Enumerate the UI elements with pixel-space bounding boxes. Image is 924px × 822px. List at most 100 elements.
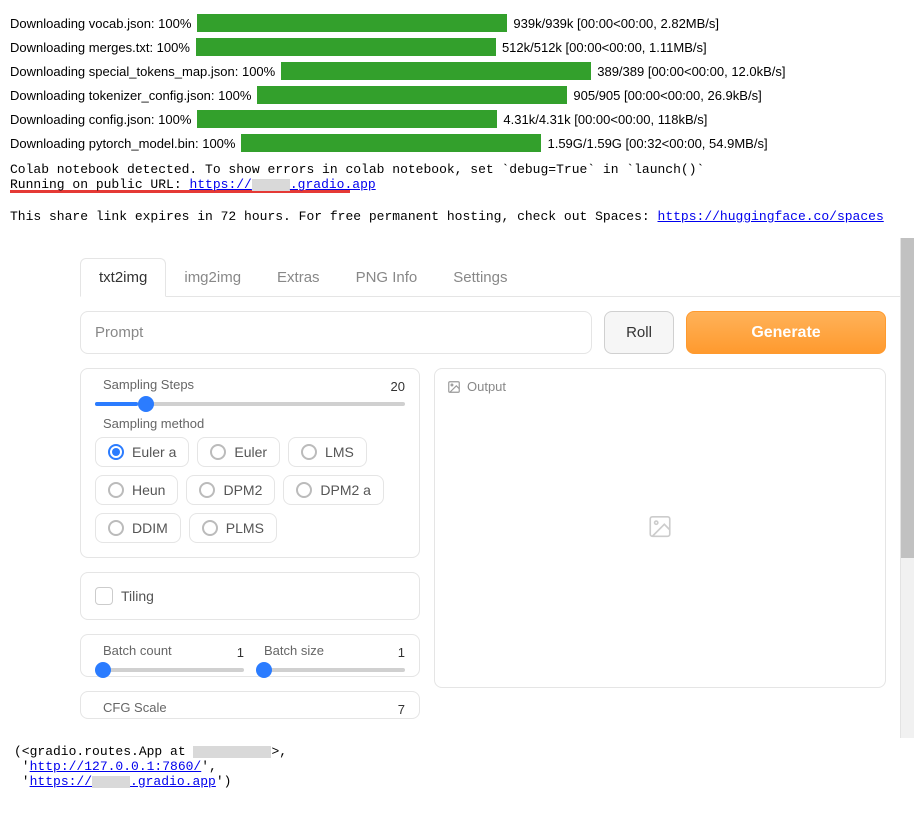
- download-stats: 389/389 [00:00<00:00, 12.0kB/s]: [597, 64, 785, 79]
- scrollbar[interactable]: [900, 238, 914, 738]
- radio-ddim[interactable]: DDIM: [95, 513, 181, 543]
- cfg-label: CFG Scale: [99, 700, 171, 715]
- batch-size-label: Batch size: [260, 643, 328, 658]
- app-frame: txt2img img2img Extras PNG Info Settings…: [10, 238, 914, 738]
- radio-euler-a[interactable]: Euler a: [95, 437, 189, 467]
- sampling-card: Sampling Steps 20 Sampling method Euler …: [80, 368, 420, 558]
- generate-button[interactable]: Generate: [686, 311, 886, 354]
- download-row: Downloading vocab.json: 100% 939k/939k […: [10, 14, 914, 32]
- download-progress-list: Downloading vocab.json: 100% 939k/939k […: [0, 0, 924, 162]
- tab-txt2img[interactable]: txt2img: [80, 258, 166, 297]
- main-columns: Sampling Steps 20 Sampling method Euler …: [80, 368, 900, 719]
- batch-count-field: Batch count 1: [95, 649, 244, 672]
- return-tuple: (<gradio.routes.App at >, 'http://127.0.…: [0, 738, 924, 799]
- console-line: This share link expires in 72 hours. For…: [10, 209, 914, 224]
- download-label: Downloading vocab.json: 100%: [10, 16, 191, 31]
- download-label: Downloading special_tokens_map.json: 100…: [10, 64, 275, 79]
- radio-circle-icon: [301, 444, 317, 460]
- redacted-icon: [252, 179, 290, 191]
- spaces-link[interactable]: https://huggingface.co/spaces: [658, 209, 884, 224]
- radio-circle-icon: [108, 520, 124, 536]
- right-column: Output: [434, 368, 886, 719]
- batch-size-field: Batch size 1: [256, 649, 405, 672]
- download-stats: 512k/512k [00:00<00:00, 1.11MB/s]: [502, 40, 707, 55]
- download-row: Downloading special_tokens_map.json: 100…: [10, 62, 914, 80]
- download-stats: 939k/939k [00:00<00:00, 2.82MB/s]: [513, 16, 719, 31]
- sampling-method-field: Sampling method Euler a Euler LMS Heun D…: [95, 422, 405, 543]
- radio-dpm2[interactable]: DPM2: [186, 475, 275, 505]
- progress-bar: [197, 110, 497, 128]
- download-row: Downloading config.json: 100% 4.31k/4.31…: [10, 110, 914, 128]
- top-row: Prompt Roll Generate: [80, 311, 900, 354]
- image-placeholder-icon: [647, 514, 673, 543]
- batch-count-label: Batch count: [99, 643, 176, 658]
- tab-settings[interactable]: Settings: [435, 259, 525, 296]
- download-stats: 905/905 [00:00<00:00, 26.9kB/s]: [573, 88, 761, 103]
- prompt-input[interactable]: Prompt: [80, 311, 592, 354]
- sampling-steps-field: Sampling Steps 20: [95, 383, 405, 406]
- footer-line: 'http://127.0.0.1:7860/',: [14, 759, 910, 774]
- local-url-link[interactable]: http://127.0.0.1:7860/: [30, 759, 202, 774]
- download-row: Downloading merges.txt: 100% 512k/512k […: [10, 38, 914, 56]
- redacted-icon: [193, 746, 271, 758]
- radio-circle-icon: [108, 444, 124, 460]
- tiling-card: Tiling: [80, 572, 420, 620]
- footer-line: 'https://.gradio.app'): [14, 774, 910, 789]
- download-stats: 4.31k/4.31k [00:00<00:00, 118kB/s]: [503, 112, 707, 127]
- tab-extras[interactable]: Extras: [259, 259, 338, 296]
- batch-card: Batch count 1 Batch size 1: [80, 634, 420, 677]
- download-row: Downloading tokenizer_config.json: 100% …: [10, 86, 914, 104]
- cfg-card: CFG Scale 7: [80, 691, 420, 719]
- scrollbar-thumb[interactable]: [901, 238, 914, 558]
- redacted-icon: [92, 776, 130, 788]
- batch-size-slider[interactable]: [256, 668, 405, 672]
- tab-img2img[interactable]: img2img: [166, 259, 259, 296]
- sampling-method-label: Sampling method: [99, 416, 208, 431]
- download-label: Downloading tokenizer_config.json: 100%: [10, 88, 251, 103]
- cfg-value: 7: [377, 702, 405, 717]
- download-label: Downloading pytorch_model.bin: 100%: [10, 136, 235, 151]
- console-output: Colab notebook detected. To show errors …: [0, 162, 924, 230]
- slider-thumb-icon[interactable]: [256, 662, 272, 678]
- radio-lms[interactable]: LMS: [288, 437, 367, 467]
- progress-bar: [197, 14, 507, 32]
- tab-png-info[interactable]: PNG Info: [338, 259, 436, 296]
- public-url-link[interactable]: https://.gradio.app: [30, 774, 216, 789]
- footer-line: (<gradio.routes.App at >,: [14, 744, 910, 759]
- download-label: Downloading merges.txt: 100%: [10, 40, 190, 55]
- radio-circle-icon: [202, 520, 218, 536]
- slider-thumb-icon[interactable]: [95, 662, 111, 678]
- tiling-checkbox[interactable]: Tiling: [95, 587, 405, 605]
- image-icon: [447, 380, 461, 394]
- roll-button[interactable]: Roll: [604, 311, 674, 354]
- progress-bar: [281, 62, 591, 80]
- radio-circle-icon: [210, 444, 226, 460]
- radio-heun[interactable]: Heun: [95, 475, 178, 505]
- download-row: Downloading pytorch_model.bin: 100% 1.59…: [10, 134, 914, 152]
- progress-bar: [196, 38, 496, 56]
- radio-dpm2a[interactable]: DPM2 a: [283, 475, 384, 505]
- radio-circle-icon: [199, 482, 215, 498]
- left-column: Sampling Steps 20 Sampling method Euler …: [80, 368, 420, 719]
- batch-count-value: 1: [216, 645, 244, 660]
- radio-plms[interactable]: PLMS: [189, 513, 277, 543]
- checkbox-icon: [95, 587, 113, 605]
- radio-circle-icon: [108, 482, 124, 498]
- sampling-steps-label: Sampling Steps: [99, 377, 198, 392]
- batch-count-slider[interactable]: [95, 668, 244, 672]
- batch-size-value: 1: [377, 645, 405, 660]
- download-label: Downloading config.json: 100%: [10, 112, 191, 127]
- progress-bar: [257, 86, 567, 104]
- console-line: Running on public URL: https://.gradio.a…: [10, 177, 914, 192]
- radio-euler[interactable]: Euler: [197, 437, 280, 467]
- download-stats: 1.59G/1.59G [00:32<00:00, 54.9MB/s]: [547, 136, 767, 151]
- console-line: Colab notebook detected. To show errors …: [10, 162, 914, 177]
- slider-thumb-icon[interactable]: [138, 396, 154, 412]
- radio-circle-icon: [296, 482, 312, 498]
- sampling-method-options: Euler a Euler LMS Heun DPM2 DPM2 a DDIM …: [95, 437, 405, 543]
- sampling-steps-value: 20: [377, 379, 405, 394]
- public-url-link[interactable]: https://.gradio.app: [189, 177, 375, 192]
- sampling-steps-slider[interactable]: [95, 402, 405, 406]
- progress-bar: [241, 134, 541, 152]
- output-panel: Output: [434, 368, 886, 688]
